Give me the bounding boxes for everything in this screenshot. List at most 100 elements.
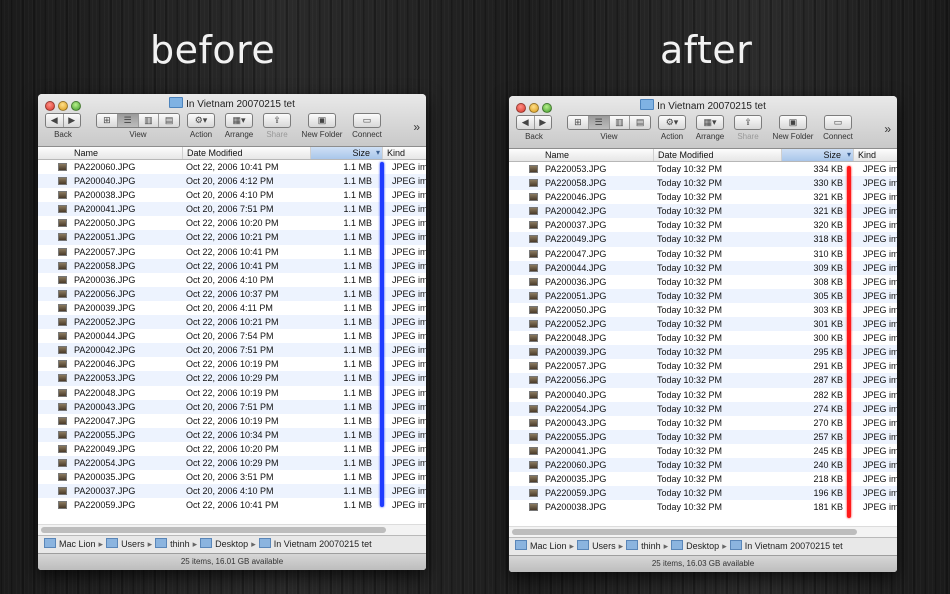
- file-row[interactable]: PA220049.JPG Oct 22, 2006 10:20 PM 1.1 MB J…: [38, 442, 426, 456]
- file-row[interactable]: PA200037.JPG Today 10:32 PM 320 KB JPEG im: [509, 218, 897, 232]
- file-row[interactable]: PA200038.JPG Today 10:32 PM 181 KB JPEG im: [509, 500, 897, 514]
- connect-control[interactable]: ▭ Connect: [350, 113, 384, 140]
- file-row[interactable]: PA220060.JPG Today 10:32 PM 240 KB JPEG im: [509, 457, 897, 473]
- back-arrow-icon[interactable]: ◀: [517, 116, 535, 129]
- icon-view-icon[interactable]: ⊞: [568, 116, 589, 129]
- column-size-header[interactable]: Size: [310, 147, 382, 159]
- scrollbar-thumb[interactable]: [512, 529, 857, 535]
- file-row[interactable]: PA200035.JPG Today 10:32 PM 218 KB JPEG im: [509, 472, 897, 486]
- column-size-header[interactable]: Size: [781, 149, 853, 161]
- file-row[interactable]: PA200041.JPG Today 10:32 PM 245 KB JPEG im: [509, 444, 897, 458]
- file-row[interactable]: PA200039.JPG Oct 20, 2006 4:11 PM 1.1 MB JP…: [38, 301, 426, 315]
- file-row[interactable]: PA220048.JPG Today 10:32 PM 300 KB JPEG im: [509, 331, 897, 345]
- column-name-header[interactable]: Name: [38, 147, 182, 159]
- coverflow-view-icon[interactable]: ▤: [630, 116, 650, 129]
- horizontal-scrollbar[interactable]: [509, 526, 897, 537]
- column-kind-header[interactable]: Kind: [382, 147, 426, 159]
- share-icon[interactable]: ⇪: [263, 113, 291, 128]
- column-date-header[interactable]: Date Modified: [653, 149, 781, 161]
- monitor-icon[interactable]: ▭: [353, 113, 381, 128]
- file-row[interactable]: PA220049.JPG Today 10:32 PM 318 KB JPEG im: [509, 232, 897, 247]
- file-row[interactable]: PA220052.JPG Today 10:32 PM 301 KB JPEG im: [509, 317, 897, 332]
- file-row[interactable]: PA220050.JPG Oct 22, 2006 10:20 PM 1.1 MB J…: [38, 216, 426, 230]
- new-folder-icon[interactable]: ▣: [779, 115, 807, 130]
- scrollbar-thumb[interactable]: [41, 527, 386, 533]
- column-name-header[interactable]: Name: [509, 149, 653, 161]
- file-row[interactable]: PA220056.JPG Today 10:32 PM 287 KB JPEG im: [509, 373, 897, 388]
- column-view-icon[interactable]: ▥: [138, 114, 160, 127]
- file-row[interactable]: PA200044.JPG Oct 20, 2006 7:54 PM 1.1 MB JP…: [38, 329, 426, 343]
- toolbar-overflow-icon[interactable]: »: [413, 120, 420, 134]
- arrange-icon[interactable]: ▦▾: [225, 113, 253, 128]
- gear-icon[interactable]: ⚙▾: [187, 113, 215, 128]
- new-folder-control[interactable]: ▣ New Folder: [298, 113, 346, 140]
- file-row[interactable]: PA220060.JPG Oct 22, 2006 10:41 PM 1.1 MB J…: [38, 160, 426, 174]
- back-arrow-icon[interactable]: ◀: [46, 114, 64, 127]
- monitor-icon[interactable]: ▭: [824, 115, 852, 130]
- file-row[interactable]: PA220046.JPG Today 10:32 PM 321 KB JPEG im: [509, 190, 897, 204]
- list-view-icon[interactable]: ☰: [588, 116, 610, 129]
- arrange-icon[interactable]: ▦▾: [696, 115, 724, 130]
- file-row[interactable]: PA220051.JPG Today 10:32 PM 305 KB JPEG im: [509, 288, 897, 303]
- file-row[interactable]: PA200037.JPG Oct 20, 2006 4:10 PM 1.1 MB JP…: [38, 484, 426, 499]
- action-control[interactable]: ⚙▾ Action: [187, 113, 215, 140]
- file-row[interactable]: PA220059.JPG Oct 22, 2006 10:41 PM 1.1 MB J…: [38, 498, 426, 512]
- new-folder-control[interactable]: ▣ New Folder: [769, 115, 817, 142]
- file-row[interactable]: PA220057.JPG Oct 22, 2006 10:41 PM 1.1 MB J…: [38, 245, 426, 259]
- toolbar-overflow-icon[interactable]: »: [884, 122, 891, 136]
- file-row[interactable]: PA200036.JPG Oct 20, 2006 4:10 PM 1.1 MB JP…: [38, 273, 426, 287]
- file-row[interactable]: PA220047.JPG Oct 22, 2006 10:19 PM 1.1 MB J…: [38, 414, 426, 428]
- connect-control[interactable]: ▭ Connect: [821, 115, 855, 142]
- action-control[interactable]: ⚙▾ Action: [658, 115, 686, 142]
- file-row[interactable]: PA220058.JPG Today 10:32 PM 330 KB JPEG im: [509, 176, 897, 191]
- file-row[interactable]: PA200044.JPG Today 10:32 PM 309 KB JPEG im: [509, 260, 897, 275]
- file-row[interactable]: PA200042.JPG Oct 20, 2006 7:51 PM 1.1 MB JP…: [38, 343, 426, 358]
- file-row[interactable]: PA200040.JPG Today 10:32 PM 282 KB JPEG im: [509, 388, 897, 402]
- file-row[interactable]: PA200041.JPG Oct 20, 2006 7:51 PM 1.1 MB JP…: [38, 202, 426, 217]
- file-row[interactable]: PA200039.JPG Today 10:32 PM 295 KB JPEG im: [509, 345, 897, 360]
- forward-arrow-icon[interactable]: ▶: [534, 116, 551, 129]
- icon-view-icon[interactable]: ⊞: [97, 114, 118, 127]
- path-item[interactable]: thinh: [641, 541, 661, 551]
- file-row[interactable]: PA220046.JPG Oct 22, 2006 10:19 PM 1.1 MB J…: [38, 357, 426, 371]
- horizontal-scrollbar[interactable]: [38, 524, 426, 535]
- path-item[interactable]: Mac Lion: [59, 539, 96, 549]
- path-item[interactable]: thinh: [170, 539, 190, 549]
- file-row[interactable]: PA200035.JPG Oct 20, 2006 3:51 PM 1.1 MB JP…: [38, 470, 426, 484]
- column-kind-header[interactable]: Kind: [853, 149, 897, 161]
- path-item[interactable]: In Vietnam 20070215 tet: [745, 541, 843, 551]
- file-row[interactable]: PA200042.JPG Today 10:32 PM 321 KB JPEG im: [509, 204, 897, 219]
- arrange-control[interactable]: ▦▾ Arrange: [221, 113, 257, 140]
- file-row[interactable]: PA220054.JPG Today 10:32 PM 274 KB JPEG im: [509, 401, 897, 416]
- file-row[interactable]: PA220054.JPG Oct 22, 2006 10:29 PM 1.1 MB J…: [38, 455, 426, 471]
- list-view-icon[interactable]: ☰: [117, 114, 139, 127]
- coverflow-view-icon[interactable]: ▤: [159, 114, 179, 127]
- file-row[interactable]: PA200036.JPG Today 10:32 PM 308 KB JPEG im: [509, 275, 897, 289]
- share-control[interactable]: ⇪ Share: [262, 113, 292, 140]
- share-control[interactable]: ⇪ Share: [733, 115, 763, 142]
- file-row[interactable]: PA220047.JPG Today 10:32 PM 310 KB JPEG im: [509, 247, 897, 261]
- gear-icon[interactable]: ⚙▾: [658, 115, 686, 130]
- file-row[interactable]: PA200043.JPG Today 10:32 PM 270 KB JPEG im: [509, 416, 897, 430]
- file-row[interactable]: PA220056.JPG Oct 22, 2006 10:37 PM 1.1 MB J…: [38, 286, 426, 301]
- file-row[interactable]: PA200038.JPG Oct 20, 2006 4:10 PM 1.1 MB JP…: [38, 188, 426, 202]
- file-row[interactable]: PA220052.JPG Oct 22, 2006 10:21 PM 1.1 MB J…: [38, 315, 426, 330]
- file-row[interactable]: PA220053.JPG Oct 22, 2006 10:29 PM 1.1 MB J…: [38, 371, 426, 386]
- column-date-header[interactable]: Date Modified: [182, 147, 310, 159]
- new-folder-icon[interactable]: ▣: [308, 113, 336, 128]
- path-item[interactable]: Mac Lion: [530, 541, 567, 551]
- file-row[interactable]: PA220055.JPG Oct 22, 2006 10:34 PM 1.1 MB J…: [38, 427, 426, 442]
- path-item[interactable]: Desktop: [686, 541, 719, 551]
- forward-arrow-icon[interactable]: ▶: [63, 114, 80, 127]
- file-row[interactable]: PA220059.JPG Today 10:32 PM 196 KB JPEG im: [509, 486, 897, 501]
- file-row[interactable]: PA220058.JPG Oct 22, 2006 10:41 PM 1.1 MB J…: [38, 258, 426, 273]
- file-row[interactable]: PA220055.JPG Today 10:32 PM 257 KB JPEG im: [509, 429, 897, 444]
- path-item[interactable]: Users: [121, 539, 145, 549]
- column-view-icon[interactable]: ▥: [609, 116, 631, 129]
- file-row[interactable]: PA220051.JPG Oct 22, 2006 10:21 PM 1.1 MB J…: [38, 230, 426, 245]
- file-row[interactable]: PA200043.JPG Oct 20, 2006 7:51 PM 1.1 MB JP…: [38, 399, 426, 414]
- path-item[interactable]: Desktop: [215, 539, 248, 549]
- file-row[interactable]: PA200040.JPG Oct 20, 2006 4:12 PM 1.1 MB JP…: [38, 174, 426, 189]
- file-row[interactable]: PA220057.JPG Today 10:32 PM 291 KB JPEG im: [509, 359, 897, 373]
- file-row[interactable]: PA220050.JPG Today 10:32 PM 303 KB JPEG im: [509, 303, 897, 317]
